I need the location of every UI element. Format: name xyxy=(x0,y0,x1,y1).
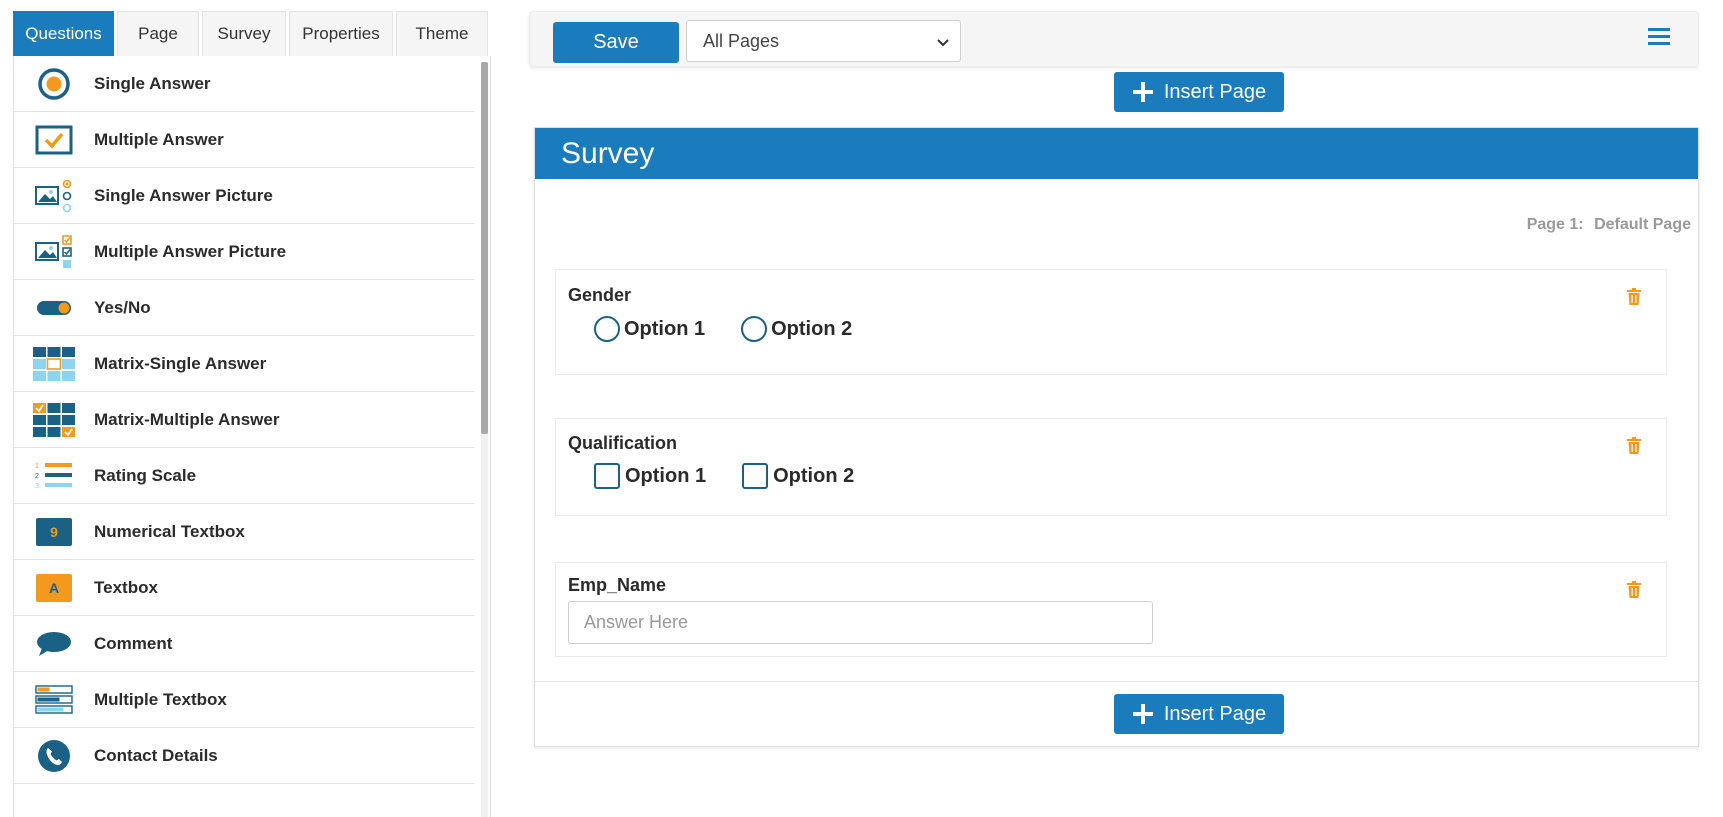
tab-properties[interactable]: Properties xyxy=(289,11,393,56)
insert-page-label: Insert Page xyxy=(1163,80,1267,103)
page-caption: Page 1: Default Page xyxy=(1527,216,1691,234)
question-emp-name[interactable]: Emp_Name xyxy=(555,562,1667,657)
insert-page-button-bottom[interactable]: Insert Page xyxy=(1114,694,1284,734)
trash-icon[interactable] xyxy=(1626,581,1642,599)
tool-multiple-textbox[interactable]: Multiple Textbox xyxy=(14,672,474,728)
card-divider xyxy=(535,681,1698,682)
checkbox[interactable] xyxy=(594,463,620,489)
multiple-answer-picture-icon xyxy=(14,224,94,280)
tool-comment[interactable]: Comment xyxy=(14,616,474,672)
checkbox[interactable] xyxy=(742,463,769,489)
textbox-icon: A xyxy=(14,560,94,616)
designer-toolbar: Save All Pages xyxy=(529,11,1699,67)
svg-text:A: A xyxy=(49,580,59,596)
yes-no-toggle-icon xyxy=(14,280,94,336)
tab-theme[interactable]: Theme xyxy=(396,11,488,56)
tool-contact-details[interactable]: Contact Details xyxy=(14,728,474,784)
tool-label: Matrix-Single Answer xyxy=(94,353,267,373)
tool-label: Textbox xyxy=(94,577,158,597)
scrollbar-thumb[interactable] xyxy=(481,62,488,434)
page-filter-value: All Pages xyxy=(703,30,780,51)
toolbox-scrollbar[interactable] xyxy=(481,62,488,817)
tab-questions[interactable]: Questions xyxy=(13,11,114,56)
tool-matrix-single-answer[interactable]: Matrix-Single Answer xyxy=(14,336,474,392)
tool-label: Numerical Textbox xyxy=(94,521,245,541)
svg-text:2: 2 xyxy=(35,473,39,480)
checkbox-option-2[interactable]: Option 2 xyxy=(742,463,854,489)
page-number-label: Page 1: xyxy=(1526,216,1584,233)
trash-icon[interactable] xyxy=(1626,288,1642,306)
plus-icon xyxy=(1132,703,1154,725)
tool-label: Comment xyxy=(94,633,173,653)
tool-label: Multiple Answer xyxy=(94,129,224,149)
insert-page-button-top[interactable]: Insert Page xyxy=(1114,72,1284,112)
hamburger-menu-icon[interactable] xyxy=(1648,28,1670,48)
option-label: Option 2 xyxy=(773,464,855,487)
tool-single-answer[interactable]: Single Answer xyxy=(14,56,474,112)
multiple-answer-icon xyxy=(14,112,94,168)
tool-textbox[interactable]: A Textbox xyxy=(14,560,474,616)
tool-label: Multiple Answer Picture xyxy=(94,241,287,261)
option-label: Option 2 xyxy=(771,317,853,340)
tool-single-answer-picture[interactable]: Single Answer Picture xyxy=(14,168,474,224)
plus-icon xyxy=(1132,81,1154,103)
radio-option-1[interactable]: Option 1 xyxy=(594,316,705,342)
numerical-textbox-icon: 9 xyxy=(14,504,94,560)
tab-survey[interactable]: Survey xyxy=(202,11,286,56)
tool-multiple-answer-picture[interactable]: Multiple Answer Picture xyxy=(14,224,474,280)
page-filter-select[interactable]: All Pages xyxy=(686,20,961,62)
single-answer-icon xyxy=(14,56,94,112)
tool-rating-scale[interactable]: 1 2 3 Rating Scale xyxy=(14,448,474,504)
survey-title: Survey xyxy=(535,128,1698,179)
question-gender[interactable]: Gender Option 1 Option 2 xyxy=(555,269,1667,375)
tool-label: Single Answer Picture xyxy=(94,185,273,205)
option-label: Option 1 xyxy=(625,464,707,487)
chevron-down-icon xyxy=(936,33,950,54)
radio-button[interactable] xyxy=(741,316,768,342)
question-type-list: Single Answer Multiple Answer Single Ans… xyxy=(13,56,491,817)
svg-text:3: 3 xyxy=(35,483,39,490)
question-title: Qualification xyxy=(568,433,678,453)
tool-label: Rating Scale xyxy=(94,465,197,485)
options-group: Option 1 Option 2 xyxy=(594,316,888,342)
save-button[interactable]: Save xyxy=(553,22,679,63)
tool-matrix-multiple-answer[interactable]: Matrix-Multiple Answer xyxy=(14,392,474,448)
tool-label: Single Answer xyxy=(94,73,211,93)
tool-multiple-answer[interactable]: Multiple Answer xyxy=(14,112,474,168)
svg-text:1: 1 xyxy=(35,463,39,470)
tool-yes-no[interactable]: Yes/No xyxy=(14,280,474,336)
comment-icon xyxy=(14,616,94,672)
question-title: Gender xyxy=(568,285,632,305)
panel-tabs: Questions Page Survey Properties Theme xyxy=(13,11,491,56)
insert-page-label: Insert Page xyxy=(1163,702,1267,725)
tab-page[interactable]: Page xyxy=(117,11,199,56)
tool-list-item[interactable] xyxy=(14,784,474,817)
option-label: Option 1 xyxy=(624,317,706,340)
radio-button[interactable] xyxy=(594,316,620,342)
multiple-textbox-icon xyxy=(14,672,94,728)
trash-icon[interactable] xyxy=(1626,437,1642,455)
checkbox-option-1[interactable]: Option 1 xyxy=(594,463,706,489)
answer-text-input[interactable] xyxy=(568,601,1153,644)
tool-label: Yes/No xyxy=(94,297,151,317)
svg-text:9: 9 xyxy=(50,524,58,540)
tool-label: Multiple Textbox xyxy=(94,689,227,709)
radio-option-2[interactable]: Option 2 xyxy=(741,316,852,342)
question-qualification[interactable]: Qualification Option 1 Option 2 xyxy=(555,418,1667,516)
question-toolbox-panel: Questions Page Survey Properties Theme S… xyxy=(13,11,491,817)
tool-numerical-textbox[interactable]: 9 Numerical Textbox xyxy=(14,504,474,560)
survey-page-card: Survey Page 1: Default Page Gender Optio… xyxy=(534,127,1699,747)
tool-label: Contact Details xyxy=(94,745,218,765)
phone-icon xyxy=(14,728,94,784)
options-group: Option 1 Option 2 xyxy=(594,463,890,489)
matrix-multiple-icon xyxy=(14,392,94,448)
matrix-single-icon xyxy=(14,336,94,392)
tool-label: Matrix-Multiple Answer xyxy=(94,409,280,429)
page-name: Default Page xyxy=(1594,216,1691,233)
question-title: Emp_Name xyxy=(568,575,667,595)
single-answer-picture-icon xyxy=(14,168,94,224)
rating-scale-icon: 1 2 3 xyxy=(14,448,94,504)
